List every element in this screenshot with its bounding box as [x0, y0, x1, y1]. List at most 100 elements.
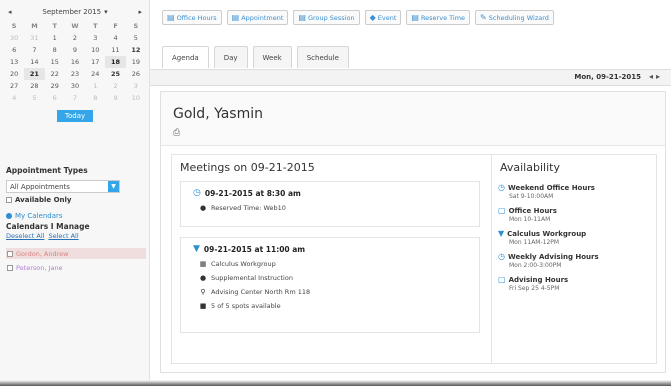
calendar-day[interactable]: 9 — [65, 44, 85, 56]
calendar-day[interactable]: 17 — [85, 56, 105, 68]
calendar-day[interactable]: 2 — [105, 80, 125, 92]
appointment-button[interactable]: ▤ Appointment — [226, 10, 289, 25]
calendar-icon: ▦ — [199, 260, 207, 268]
calendar-day[interactable]: 3 — [85, 32, 105, 44]
meeting-detail: ● Supplemental Instruction — [189, 274, 473, 282]
calendar-day[interactable]: 7 — [65, 92, 85, 104]
calendar-day[interactable]: 25 — [105, 68, 125, 80]
calendar-day[interactable]: 26 — [126, 68, 146, 80]
my-calendars-label: My Calendars — [15, 212, 63, 220]
deselect-all-link[interactable]: Deselect All — [6, 232, 44, 240]
calendar-day[interactable]: 19 — [126, 56, 146, 68]
event-button[interactable]: ◆ Event — [364, 10, 402, 25]
office-hours-button[interactable]: ▤ Office Hours — [162, 10, 222, 25]
availability-item[interactable]: ▢ Office Hours Mon 10-11AM — [498, 206, 599, 223]
calendar-day[interactable]: 1 — [45, 32, 65, 44]
meeting-detail: ⚲ Advising Center North Rm 118 — [189, 288, 473, 296]
availability-item[interactable]: ◷ Weekly Advising Hours Mon 2:00-3:00PM — [498, 252, 599, 269]
appointment-type-select[interactable]: All Appointments ▼ — [6, 180, 120, 193]
calendar-day[interactable]: 24 — [85, 68, 105, 80]
today-button[interactable]: Today — [57, 110, 93, 122]
availability-name: Office Hours — [508, 206, 557, 215]
scheduling-wizard-button[interactable]: ✎ Scheduling Wizard — [475, 10, 554, 25]
calendar-day[interactable]: 8 — [45, 44, 65, 56]
calendar-day[interactable]: 8 — [85, 92, 105, 104]
calendar-day[interactable]: 4 — [4, 92, 24, 104]
select-all-link[interactable]: Select All — [48, 232, 78, 240]
button-label: Event — [377, 13, 397, 22]
weekday-header: T — [93, 22, 98, 30]
meeting-card[interactable]: ◷ 09-21-2015 at 8:30 am ● Reserved Time:… — [180, 181, 480, 227]
calendar-day[interactable]: 11 — [105, 44, 125, 56]
tab-week[interactable]: Week — [252, 46, 292, 68]
calendar-day[interactable]: 5 — [24, 92, 44, 104]
weekday-header: T — [52, 22, 57, 30]
meeting-time-label: 09-21-2015 at 11:00 am — [203, 244, 306, 254]
calendar-color-dot — [6, 213, 12, 219]
calendar-day[interactable]: 6 — [4, 44, 24, 56]
appointment-type-value: All Appointments — [10, 182, 70, 191]
next-month-icon[interactable]: ▸ — [138, 8, 142, 16]
clock-icon: ◷ — [498, 252, 505, 261]
availability-item[interactable]: ▢ Advising Hours Fri Sep 25 4-5PM — [498, 275, 599, 292]
calendar-day[interactable]: 31 — [24, 32, 44, 44]
meeting-detail: ■ 5 of 5 spots available — [189, 302, 473, 310]
availability-time: Sat 9-10:00AM — [509, 193, 554, 200]
meeting-card[interactable]: ▼ 09-21-2015 at 11:00 am ▦ Calculus Work… — [180, 237, 480, 333]
managed-calendar-item[interactable]: Gordon, Andrew — [6, 248, 146, 259]
calendar-day[interactable]: 20 — [4, 68, 24, 80]
button-label: Reserve Time — [420, 13, 466, 22]
group-session-button[interactable]: ▤ Group Session — [293, 10, 360, 25]
calendar-day[interactable]: 30 — [4, 32, 24, 44]
print-icon[interactable]: ⎙ — [173, 128, 180, 138]
calendar-day[interactable]: 16 — [65, 56, 85, 68]
reserve-time-button[interactable]: ▤ Reserve Time — [406, 10, 471, 25]
calendar-day[interactable]: 6 — [45, 92, 65, 104]
calendar-day[interactable]: 1 — [85, 80, 105, 92]
calendar-day[interactable]: 9 — [105, 92, 125, 104]
calendar-item-label: Peterson, Jane — [16, 263, 63, 272]
calendar-day[interactable]: 13 — [4, 56, 24, 68]
calendar-day[interactable]: 12 — [126, 44, 146, 56]
calendar-day[interactable]: 3 — [126, 80, 146, 92]
month-selector[interactable]: September 2015 ▾ — [42, 8, 107, 16]
availability-time: Mon 10-11AM — [509, 216, 551, 223]
managed-calendar-item[interactable]: Peterson, Jane — [6, 262, 146, 273]
calendar-day[interactable]: 30 — [65, 80, 85, 92]
available-only-toggle[interactable]: Available Only — [6, 196, 146, 204]
tab-schedule[interactable]: Schedule — [296, 46, 349, 68]
calendar-day[interactable]: 4 — [105, 32, 125, 44]
calendar-icon: ▢ — [498, 206, 506, 215]
calendar-header: ◂ September 2015 ▾ ▸ — [4, 6, 146, 18]
tab-day[interactable]: Day — [213, 46, 248, 68]
calendar-day[interactable]: 5 — [126, 32, 146, 44]
prev-month-icon[interactable]: ◂ — [8, 8, 12, 16]
availability-item[interactable]: ◷ Weekend Office Hours Sat 9-10:00AM — [498, 183, 599, 200]
my-calendars[interactable]: My Calendars — [6, 212, 146, 220]
calendar-day[interactable]: 28 — [24, 80, 44, 92]
calendar-checkbox[interactable] — [7, 264, 13, 271]
calendar-day[interactable]: 15 — [45, 56, 65, 68]
wand-icon: ✎ — [480, 13, 487, 22]
calendar-day[interactable]: 2 — [65, 32, 85, 44]
calendar-day[interactable]: 21 — [24, 68, 45, 80]
tab-agenda[interactable]: Agenda — [162, 46, 209, 68]
current-date: Mon, 09-21-2015 — [574, 73, 641, 81]
availability-item[interactable]: ▼ Calculus Workgroup Mon 11AM-12PM — [498, 229, 599, 246]
calendar-day[interactable]: 22 — [45, 68, 65, 80]
available-only-label: Available Only — [15, 196, 72, 204]
prev-day-icon[interactable]: ◂ — [649, 72, 656, 81]
calendar-day[interactable]: 10 — [85, 44, 105, 56]
available-only-checkbox[interactable] — [6, 197, 12, 203]
next-day-icon[interactable]: ▸ — [656, 72, 663, 81]
calendar-day[interactable]: 14 — [24, 56, 44, 68]
calendar-day[interactable]: 23 — [65, 68, 85, 80]
calendar-day[interactable]: 10 — [126, 92, 146, 104]
appointment-types: Appointment Types All Appointments ▼ Ava… — [6, 166, 146, 273]
calendar-checkbox[interactable] — [7, 250, 13, 257]
calendar-day[interactable]: 27 — [4, 80, 24, 92]
meeting-detail-label: 5 of 5 spots available — [211, 302, 281, 310]
calendar-day[interactable]: 7 — [24, 44, 44, 56]
calendar-day[interactable]: 18 — [105, 56, 126, 68]
calendar-day[interactable]: 29 — [45, 80, 65, 92]
